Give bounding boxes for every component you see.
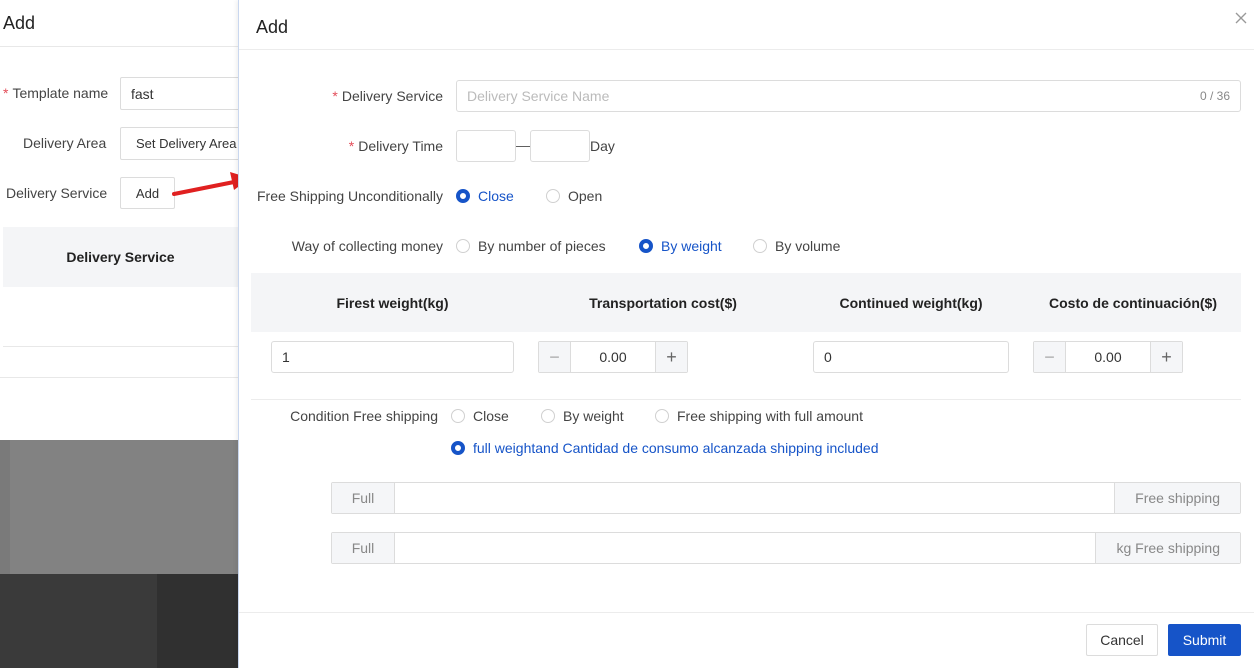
set-delivery-area-button[interactable]: Set Delivery Area bbox=[120, 127, 250, 160]
first-weight-input[interactable]: 1 bbox=[271, 341, 514, 373]
condition-full-amount-radio[interactable]: Free shipping with full amount bbox=[655, 408, 863, 424]
condition-by-weight-radio[interactable]: By weight bbox=[541, 408, 624, 424]
weight-pricing-table: Firest weight(kg) Transportation cost($)… bbox=[251, 273, 1241, 400]
free-shipping-close-radio[interactable]: Close bbox=[456, 188, 514, 204]
transportation-cost-stepper[interactable]: − 0.00 + bbox=[538, 341, 688, 373]
continuation-cost-value[interactable]: 0.00 bbox=[1066, 342, 1150, 372]
free-shipping-unconditionally-label: Free Shipping Unconditionally bbox=[257, 188, 443, 204]
overlay-mask bbox=[0, 440, 238, 574]
background-divider bbox=[0, 46, 238, 47]
header-divider bbox=[239, 49, 1254, 50]
by-number-of-pieces-radio[interactable]: By number of pieces bbox=[456, 238, 606, 254]
full-amount-input-group: Full Free shipping bbox=[331, 482, 1241, 514]
continuation-cost-header: Costo de continuación($) bbox=[1049, 294, 1217, 311]
delivery-time-label: * Delivery Time bbox=[348, 138, 443, 154]
transportation-cost-header: Transportation cost($) bbox=[589, 294, 737, 311]
drawer-title: Add bbox=[256, 17, 289, 37]
full-prefix: Full bbox=[332, 533, 395, 563]
character-counter: 0 / 36 bbox=[1199, 89, 1230, 103]
table-row-divider bbox=[0, 377, 238, 378]
condition-free-shipping-label: Condition Free shipping bbox=[290, 408, 438, 424]
delivery-time-unit: Day bbox=[590, 138, 615, 154]
full-amount-input[interactable] bbox=[395, 483, 1114, 513]
full-prefix: Full bbox=[332, 483, 395, 513]
decrement-button[interactable]: − bbox=[539, 342, 571, 372]
condition-close-radio[interactable]: Close bbox=[451, 408, 509, 424]
template-name-label: * Template name bbox=[3, 85, 109, 101]
way-of-collecting-money-label: Way of collecting money bbox=[291, 238, 443, 254]
full-weight-input-group: Full kg Free shipping bbox=[331, 532, 1241, 564]
continued-weight-header: Continued weight(kg) bbox=[839, 294, 983, 311]
add-delivery-service-button[interactable]: Add bbox=[120, 177, 175, 209]
delivery-service-label: * Delivery Service bbox=[332, 88, 443, 104]
overlay-mask-dark bbox=[0, 574, 238, 668]
increment-button[interactable]: + bbox=[655, 342, 687, 372]
increment-button[interactable]: + bbox=[1150, 342, 1182, 372]
submit-button[interactable]: Submit bbox=[1168, 624, 1241, 656]
template-name-input[interactable]: fast bbox=[120, 77, 250, 110]
transportation-cost-value[interactable]: 0.00 bbox=[571, 342, 655, 372]
background-page-title: Add bbox=[3, 13, 36, 33]
delivery-time-min-input[interactable] bbox=[456, 130, 516, 162]
first-weight-header: Firest weight(kg) bbox=[336, 294, 449, 311]
full-weight-input[interactable] bbox=[395, 533, 1095, 563]
cancel-button[interactable]: Cancel bbox=[1086, 624, 1158, 656]
table-row-divider bbox=[3, 346, 238, 347]
close-icon[interactable] bbox=[1233, 10, 1249, 26]
add-delivery-service-drawer: Add * Delivery Service Delivery Service N… bbox=[238, 0, 1254, 668]
delivery-area-label: Delivery Area bbox=[23, 135, 107, 151]
delivery-service-label: Delivery Service bbox=[6, 185, 108, 201]
table-header-row: Firest weight(kg) Transportation cost($)… bbox=[251, 273, 1241, 332]
by-volume-radio[interactable]: By volume bbox=[753, 238, 840, 254]
delivery-service-name-input[interactable]: Delivery Service Name 0 / 36 bbox=[456, 80, 1241, 112]
free-shipping-open-radio[interactable]: Open bbox=[546, 188, 602, 204]
delivery-time-separator: — bbox=[516, 137, 530, 153]
decrement-button[interactable]: − bbox=[1034, 342, 1066, 372]
background-form: Add * Template name fast Delivery Area Se… bbox=[0, 0, 250, 440]
table-row: 1 − 0.00 + 0 − 0.00 + bbox=[251, 332, 1241, 400]
continued-weight-input[interactable]: 0 bbox=[813, 341, 1009, 373]
kg-free-shipping-suffix: kg Free shipping bbox=[1095, 533, 1240, 563]
condition-full-weight-and-amount-radio[interactable]: full weightand Cantidad de consumo alcan… bbox=[451, 440, 879, 456]
free-shipping-suffix: Free shipping bbox=[1114, 483, 1240, 513]
delivery-time-max-input[interactable] bbox=[530, 130, 590, 162]
by-weight-radio[interactable]: By weight bbox=[639, 238, 722, 254]
continuation-cost-stepper[interactable]: − 0.00 + bbox=[1033, 341, 1183, 373]
delivery-service-table-header: Delivery Service bbox=[3, 227, 238, 287]
delivery-service-placeholder: Delivery Service Name bbox=[467, 88, 610, 104]
footer-divider bbox=[239, 612, 1254, 613]
